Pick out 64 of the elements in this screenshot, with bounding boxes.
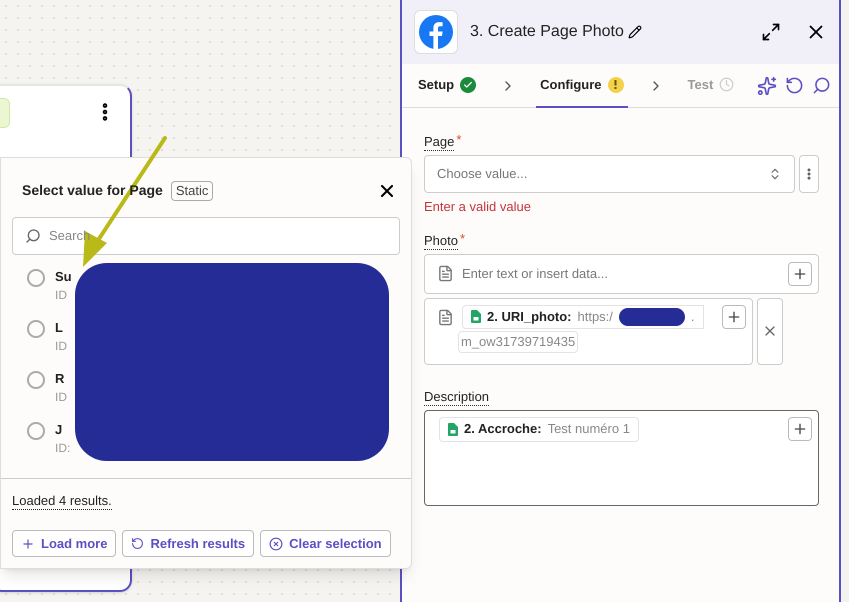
results-status: Loaded 4 results. <box>12 493 112 510</box>
panel-title: 3. Create Page Photo <box>470 22 624 42</box>
option-id: ID <box>55 287 68 303</box>
step-tab[interactable]: Configure <box>536 64 628 108</box>
option-name: J <box>55 421 64 439</box>
insert-data-button[interactable] <box>788 262 812 286</box>
field-label: Page <box>424 134 454 151</box>
option-id: ID <box>55 338 67 354</box>
search-icon <box>25 228 41 244</box>
action-button[interactable]: Refresh results <box>122 530 254 557</box>
field-label: Description <box>424 388 490 406</box>
plus-icon <box>792 266 808 282</box>
pill-value: https:/ <box>578 308 613 326</box>
option-item[interactable]: J ID: <box>27 420 70 456</box>
description-field[interactable]: 2. Accroche: Test numéro 1 <box>424 410 819 506</box>
action-button[interactable]: Load more <box>12 530 116 557</box>
redaction-mark <box>618 308 685 326</box>
more-button[interactable] <box>799 155 819 193</box>
static-badge: Static <box>170 180 214 200</box>
radio-button[interactable] <box>27 422 45 440</box>
refresh-icon <box>131 537 144 550</box>
warning-icon <box>608 76 624 92</box>
spreadsheet-icon <box>471 310 481 323</box>
insert-data-button[interactable] <box>722 304 746 328</box>
option-name: R <box>55 370 66 388</box>
pill-value: Test numéro 1 <box>548 420 630 438</box>
sparkle-icon[interactable] <box>757 76 777 96</box>
expand-icon[interactable] <box>761 22 781 42</box>
clear-icon <box>269 536 284 550</box>
check-icon <box>460 76 476 92</box>
search-icon[interactable] <box>812 76 831 95</box>
required-mark: * <box>456 134 462 146</box>
option-id: ID: <box>55 440 70 456</box>
edit-icon[interactable] <box>628 25 642 39</box>
field-label: Photo <box>424 232 458 250</box>
option-item[interactable]: R ID <box>27 369 67 405</box>
select-field[interactable]: Choose value... <box>424 155 795 193</box>
option-name: L <box>55 319 64 337</box>
required-mark: * <box>460 232 466 244</box>
insert-data-button[interactable] <box>788 416 812 440</box>
option-id: ID <box>55 389 67 405</box>
pill-value: . <box>690 308 695 326</box>
radio-button[interactable] <box>27 320 45 338</box>
undo-icon[interactable] <box>785 76 804 95</box>
option-item[interactable]: Su ID <box>27 267 72 303</box>
plus-icon <box>726 308 742 324</box>
radio-button[interactable] <box>27 371 45 389</box>
pill-label: 2. URI_photo: <box>487 308 572 326</box>
plus-icon <box>792 420 808 436</box>
text-input-field[interactable]: Enter text or insert data... <box>424 254 819 294</box>
step-tab[interactable]: Setup <box>414 64 480 108</box>
plus-icon <box>21 536 35 550</box>
option-name: Su <box>55 268 72 286</box>
pill-label: 2. Accroche: <box>464 420 542 438</box>
option-item[interactable]: L ID <box>27 318 67 354</box>
pill-continuation: m_ow31739719435 <box>458 330 578 352</box>
mapped-value-field[interactable]: 2. URI_photo: https:/ . m_ow31739719435 <box>424 298 753 364</box>
clock-icon <box>719 77 734 92</box>
radio-button[interactable] <box>27 269 45 287</box>
document-icon <box>437 265 454 282</box>
error-message: Enter a valid value <box>424 198 532 216</box>
document-icon <box>437 308 454 326</box>
action-button[interactable]: Clear selection <box>260 530 391 557</box>
spreadsheet-icon <box>448 422 458 436</box>
